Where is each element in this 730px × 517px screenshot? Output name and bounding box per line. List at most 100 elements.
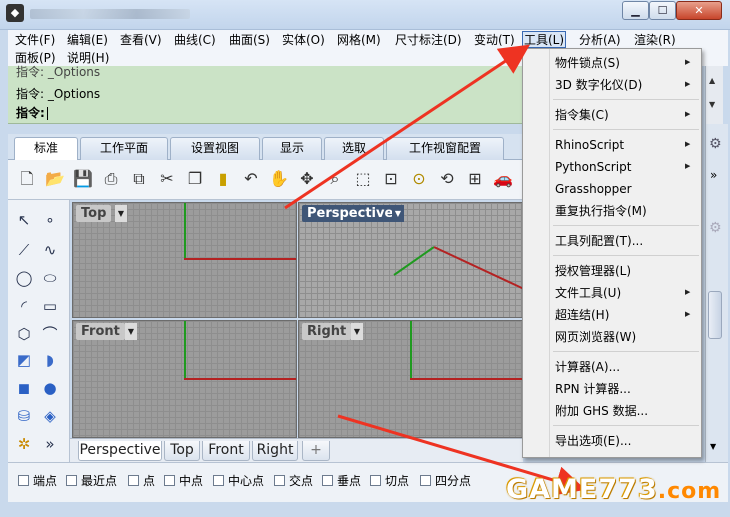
osnap-end[interactable]: 端点 <box>18 473 57 489</box>
fillet-curve-icon[interactable]: ⌒ <box>38 322 62 346</box>
checkbox[interactable] <box>370 475 381 486</box>
osnap-mid[interactable]: 中点 <box>164 473 203 489</box>
extrude-surface-icon[interactable]: ◗ <box>38 348 62 372</box>
scroll-up-icon[interactable]: ▲ <box>709 76 715 85</box>
viewtab-top[interactable]: Top <box>164 441 200 461</box>
polygon-icon[interactable]: ⬡ <box>12 322 36 346</box>
menu-solid[interactable]: 实体(O) <box>281 32 326 49</box>
undo-icon[interactable]: ↶ <box>240 168 262 190</box>
menu-mesh[interactable]: 网格(M) <box>336 32 382 49</box>
osnap-quad[interactable]: 四分点 <box>420 473 471 489</box>
zoom-extents-icon[interactable]: ⊡ <box>380 168 402 190</box>
menu-render[interactable]: 渲染(R) <box>633 32 677 49</box>
chevron-down-icon[interactable]: ▼ <box>125 323 137 340</box>
curve-icon[interactable]: ∿ <box>38 238 62 262</box>
menu-item-rhinoscript[interactable]: RhinoScript <box>555 136 695 154</box>
menu-item-grasshopper[interactable]: Grasshopper <box>555 180 695 198</box>
copy-icon[interactable]: ❐ <box>184 168 206 190</box>
menu-tools[interactable]: 工具(L) <box>522 31 567 48</box>
menu-item-web-browser[interactable]: 网页浏览器(W) <box>555 328 695 346</box>
box-solid-icon[interactable]: ◼ <box>12 376 36 400</box>
circle-icon[interactable]: ◯ <box>12 266 36 290</box>
menu-item-pythonscript[interactable]: PythonScript <box>555 158 695 176</box>
menu-item-ghs-data[interactable]: 附加 GHS 数据... <box>555 402 695 420</box>
zoom-window-icon[interactable]: ⬚ <box>352 168 374 190</box>
menu-item-hyperlink[interactable]: 超连结(H) <box>555 306 695 324</box>
checkbox[interactable] <box>213 475 224 486</box>
chevron-down-icon[interactable]: ▼ <box>351 323 363 340</box>
menu-item-calculator[interactable]: 计算器(A)... <box>555 358 695 376</box>
new-file-icon[interactable]: 🗋 <box>16 168 38 190</box>
menu-analyze[interactable]: 分析(A) <box>578 32 622 49</box>
osnap-perpendicular[interactable]: 垂点 <box>322 473 361 489</box>
checkbox[interactable] <box>322 475 333 486</box>
osnap-tangent[interactable]: 切点 <box>370 473 409 489</box>
gear-icon[interactable]: ⚙ <box>709 136 722 152</box>
mesh-icon[interactable]: ◈ <box>38 404 62 428</box>
select-arrow-icon[interactable]: ↖ <box>12 208 36 232</box>
menu-item-3d-digitizer[interactable]: 3D 数字化仪(D) <box>555 76 695 94</box>
menu-item-toolbar-layout[interactable]: 工具列配置(T)... <box>555 232 695 250</box>
cut-icon[interactable]: ✂ <box>156 168 178 190</box>
command-scrollbar[interactable]: ▲ ▼ <box>705 66 723 124</box>
rotate-view-icon[interactable]: ✥ <box>296 168 318 190</box>
osnap-center[interactable]: 中心点 <box>213 473 264 489</box>
osnap-near[interactable]: 最近点 <box>66 473 117 489</box>
scroll-down-icon[interactable]: ▼ <box>709 100 715 109</box>
four-viewports-icon[interactable]: ⊞ <box>464 168 486 190</box>
polyline-icon[interactable]: ⟋ <box>12 238 36 262</box>
checkbox[interactable] <box>18 475 29 486</box>
menu-item-rpn-calculator[interactable]: RPN 计算器... <box>555 380 695 398</box>
scroll-down-icon[interactable]: ▼ <box>710 442 716 451</box>
viewport-title[interactable]: Right <box>302 323 352 340</box>
zoom-selected-icon[interactable]: ⊙ <box>408 168 430 190</box>
tab-viewport-layout[interactable]: 工作视窗配置 <box>386 137 504 160</box>
print-icon[interactable]: ⎙ <box>100 168 122 190</box>
cylinder-icon[interactable]: ⛁ <box>12 404 36 428</box>
menu-item-repeat-command[interactable]: 重复执行指令(M) <box>555 202 695 220</box>
checkbox[interactable] <box>274 475 285 486</box>
checkbox[interactable] <box>128 475 139 486</box>
menu-transform[interactable]: 变动(T) <box>473 32 516 49</box>
close-button[interactable]: ✕ <box>676 1 722 20</box>
gear-icon[interactable]: ⚙ <box>709 220 722 236</box>
viewport-title[interactable]: Front <box>76 323 125 340</box>
add-viewport-button[interactable]: + <box>302 441 330 461</box>
command-prompt[interactable]: 指令: <box>16 104 48 121</box>
menu-file[interactable]: 文件(F) <box>14 32 56 49</box>
sphere-solid-icon[interactable]: ● <box>38 376 62 400</box>
osnap-point[interactable]: 点 <box>128 473 155 489</box>
chevron-down-icon[interactable]: ▼ <box>115 205 127 222</box>
viewport-right[interactable]: Right ▼ <box>298 320 523 438</box>
menu-item-file-utilities[interactable]: 文件工具(U) <box>555 284 695 302</box>
tab-display[interactable]: 显示 <box>262 137 322 160</box>
viewport-title[interactable]: Top <box>76 205 112 222</box>
viewtab-front[interactable]: Front <box>202 441 250 461</box>
checkbox[interactable] <box>164 475 175 486</box>
arc-icon[interactable]: ◜ <box>12 294 36 318</box>
menu-item-export-options[interactable]: 导出选项(E)... <box>555 432 695 450</box>
menu-item-command-sets[interactable]: 指令集(C) <box>555 106 695 124</box>
point-icon[interactable]: ∘ <box>38 208 62 232</box>
checkbox[interactable] <box>420 475 431 486</box>
menu-item-license-manager[interactable]: 授权管理器(L) <box>555 262 695 280</box>
menu-item-object-snap[interactable]: 物件锁点(S) <box>555 54 695 72</box>
surface-icon[interactable]: ◩ <box>12 348 36 372</box>
gear-tools-icon[interactable]: ✲ <box>12 432 36 456</box>
command-input-caret[interactable] <box>46 107 48 120</box>
tab-set-view[interactable]: 设置视图 <box>170 137 260 160</box>
ellipse-icon[interactable]: ⬭ <box>38 266 62 290</box>
more-tools-icon[interactable]: » <box>38 432 62 456</box>
open-folder-icon[interactable]: 📂 <box>44 168 66 190</box>
tab-standard[interactable]: 标准 <box>14 137 78 161</box>
viewport-front[interactable]: Front ▼ <box>72 320 297 438</box>
menu-curve[interactable]: 曲线(C) <box>173 32 217 49</box>
rectangle-icon[interactable]: ▭ <box>38 294 62 318</box>
minimize-button[interactable]: ▁ <box>622 1 649 20</box>
copy-document-icon[interactable]: ⧉ <box>128 168 150 190</box>
viewtab-perspective[interactable]: Perspective <box>78 441 162 461</box>
more-icon[interactable]: » <box>710 168 717 182</box>
render-car-icon[interactable]: 🚗 <box>492 168 514 190</box>
pan-hand-icon[interactable]: ✋ <box>268 168 290 190</box>
viewtab-right[interactable]: Right <box>252 441 298 461</box>
